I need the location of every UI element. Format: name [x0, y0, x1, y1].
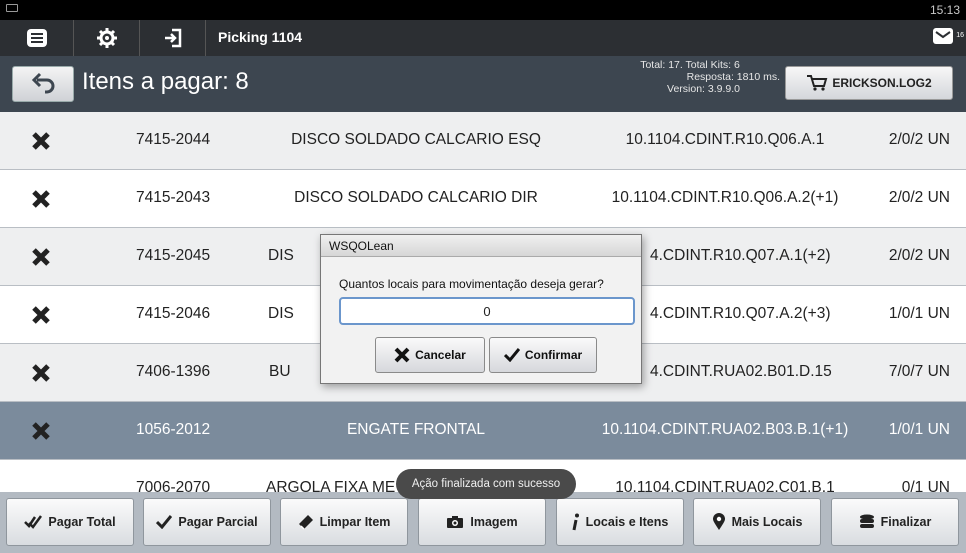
confirm-button[interactable]: Confirmar	[489, 337, 597, 373]
keyboard-icon	[6, 4, 18, 12]
sub-header: Itens a pagar: 8 Total: 17. Total Kits: …	[0, 56, 966, 112]
item-description: DIS	[268, 247, 294, 264]
item-quantity: 2/0/2 UN	[888, 131, 950, 148]
pay-total-button[interactable]: Pagar Total	[6, 498, 134, 546]
item-description: ENGATE FRONTAL	[346, 421, 486, 438]
top-toolbar: Picking 1104 16	[0, 20, 966, 56]
undo-icon	[31, 72, 55, 94]
item-location: 10.1104.CDINT.RUA02.C01.B.1	[615, 479, 835, 492]
finish-button[interactable]: Finalizar	[831, 498, 959, 546]
items-to-pick-title: Itens a pagar: 8	[82, 68, 249, 95]
finish-label: Finalizar	[880, 515, 932, 529]
item-code: 7415-2046	[136, 305, 211, 322]
locations-count-input[interactable]	[339, 297, 635, 325]
clear-item-button[interactable]: Limpar Item	[280, 498, 408, 546]
item-quantity: 7/0/7 UN	[888, 363, 950, 380]
pay-partial-label: Pagar Parcial	[178, 515, 258, 529]
page-title: Picking 1104	[218, 29, 303, 45]
locations-items-button[interactable]: Locais e Itens	[556, 498, 684, 546]
map-marker-icon	[712, 513, 725, 530]
item-code: 7415-2044	[136, 131, 211, 148]
confirm-label: Confirmar	[524, 348, 583, 362]
close-icon[interactable]	[30, 420, 52, 442]
clear-item-label: Limpar Item	[319, 515, 391, 529]
item-location: 4.CDINT.R10.Q07.A.1(+2)	[650, 247, 831, 264]
menu-button[interactable]	[0, 20, 74, 56]
menu-icon	[26, 29, 47, 47]
user-name: ERICKSON.LOG2	[832, 76, 932, 90]
camera-icon	[447, 516, 464, 528]
dialog-title: WSQOLean	[321, 235, 641, 257]
pay-total-label: Pagar Total	[48, 515, 116, 529]
list-item-selected[interactable]: 1056-2012 ENGATE FRONTAL 10.1104.CDINT.R…	[0, 402, 966, 460]
settings-button[interactable]	[74, 20, 140, 56]
dialog-question: Quantos locais para movimentação deseja …	[339, 277, 604, 291]
quantity-dialog: WSQOLean Quantos locais para movimentaçã…	[320, 234, 642, 384]
clock: 15:13	[929, 3, 960, 17]
sign-in-icon	[164, 28, 181, 48]
image-label: Imagem	[470, 515, 518, 529]
envelope-icon	[933, 28, 953, 44]
more-locations-button[interactable]: Mais Locais	[693, 498, 821, 546]
status-bar: 15:13	[0, 0, 966, 20]
item-code: 7406-1396	[136, 363, 211, 380]
item-description: DIS	[268, 305, 294, 322]
locations-items-label: Locais e Itens	[585, 515, 669, 529]
image-button[interactable]: Imagem	[418, 498, 546, 546]
back-button[interactable]	[12, 66, 74, 102]
database-icon	[859, 514, 874, 528]
item-location: 4.CDINT.RUA02.B01.D.15	[650, 363, 832, 380]
info-icon	[572, 513, 579, 531]
response-info: Resposta: 1810 ms.	[686, 71, 780, 83]
success-toast: Ação finalizada com sucesso	[396, 469, 576, 499]
item-code: 7415-2043	[136, 189, 211, 206]
close-icon[interactable]	[30, 362, 52, 384]
item-quantity: 0/1 UN	[901, 479, 950, 492]
total-info: Total: 17. Total Kits: 6	[640, 59, 740, 71]
gear-icon	[96, 28, 117, 48]
close-icon[interactable]	[30, 304, 52, 326]
more-locations-label: Mais Locais	[731, 515, 803, 529]
pay-partial-button[interactable]: Pagar Parcial	[143, 498, 271, 546]
item-quantity: 2/0/2 UN	[888, 189, 950, 206]
session-info: Total: 17. Total Kits: 6 Resposta: 1810 …	[600, 59, 780, 95]
item-quantity: 1/0/1 UN	[888, 305, 950, 322]
version-info: Version: 3.9.9.0	[667, 83, 740, 95]
item-location: 10.1104.CDINT.R10.Q06.A.1	[625, 131, 825, 148]
cart-icon	[807, 75, 828, 91]
item-quantity: 1/0/1 UN	[888, 421, 950, 438]
item-location: 4.CDINT.R10.Q07.A.2(+3)	[650, 305, 831, 322]
eraser-icon	[298, 515, 313, 530]
check-icon	[156, 515, 173, 529]
cancel-label: Cancelar	[415, 348, 466, 362]
item-code: 7006-2070	[136, 479, 211, 492]
close-icon	[394, 347, 410, 363]
close-icon[interactable]	[30, 130, 52, 152]
logout-button[interactable]	[140, 20, 206, 56]
item-description: DISCO SOLDADO CALCARIO DIR	[294, 189, 538, 206]
action-bar: Pagar Total Pagar Parcial Limpar Item Im…	[0, 492, 966, 553]
item-code: 7415-2045	[136, 247, 211, 264]
item-location: 10.1104.CDINT.R10.Q06.A.2(+1)	[611, 189, 839, 206]
close-icon[interactable]	[30, 188, 52, 210]
message-count-badge: 16	[956, 32, 964, 39]
item-code: 1056-2012	[136, 421, 211, 438]
item-description: ARGOLA FIXA ME	[266, 479, 396, 492]
list-item[interactable]: 7415-2043 DISCO SOLDADO CALCARIO DIR 10.…	[0, 170, 966, 228]
item-location: 10.1104.CDINT.RUA02.B03.B.1(+1)	[601, 421, 849, 438]
list-item[interactable]: 7415-2044 DISCO SOLDADO CALCARIO ESQ 10.…	[0, 112, 966, 170]
close-icon[interactable]	[30, 246, 52, 268]
item-quantity: 2/0/2 UN	[888, 247, 950, 264]
item-description: DISCO SOLDADO CALCARIO ESQ	[291, 131, 541, 148]
cancel-button[interactable]: Cancelar	[375, 337, 485, 373]
double-check-icon	[24, 515, 43, 529]
user-cart-button[interactable]: ERICKSON.LOG2	[785, 66, 953, 100]
item-description: BU	[269, 363, 291, 380]
check-icon	[503, 348, 520, 362]
messages-button[interactable]: 16	[932, 26, 964, 48]
